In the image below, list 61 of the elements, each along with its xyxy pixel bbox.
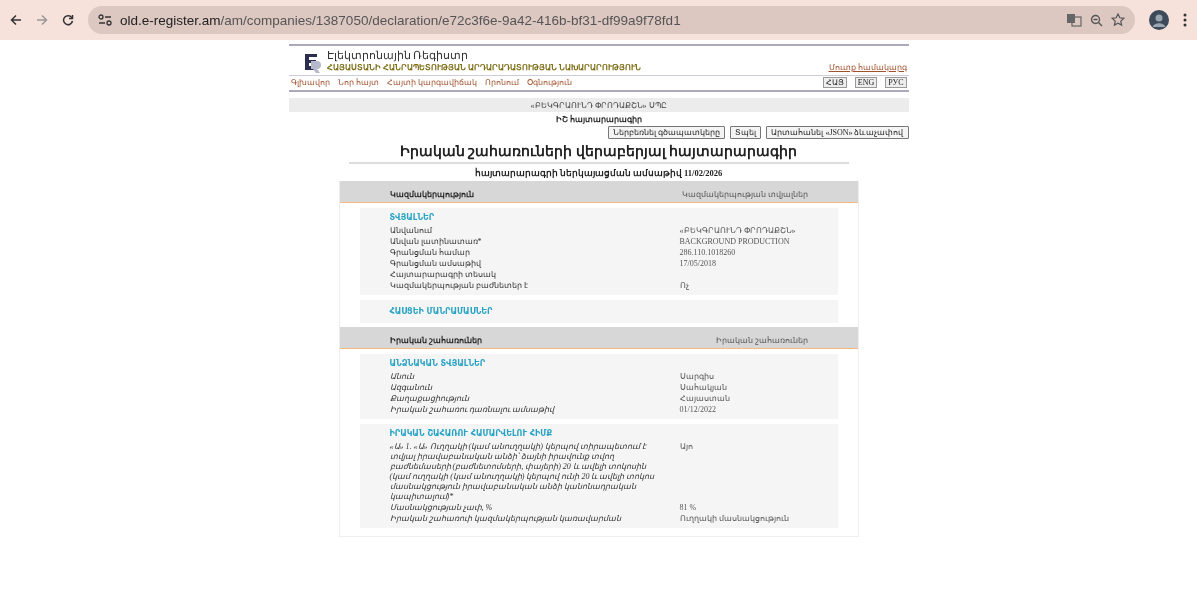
field-label: Անվան լատինատառ* bbox=[389, 237, 483, 247]
field-value: «ԲԵԿԳՐԱՈՒՆԴ ՓՐՈԴԱՔՇՆ» bbox=[679, 226, 797, 236]
submission-date: հայտարարագրի ներկայացման ամսաթիվ 11/02/2026 bbox=[473, 168, 724, 178]
field-value: Ուղղակի մասնակցություն bbox=[679, 514, 790, 524]
nav-link[interactable]: Նոր հայտ bbox=[337, 78, 379, 87]
zoom-icon[interactable] bbox=[1090, 13, 1103, 27]
logo-title: Էլեկտրոնային Ռեգիստր bbox=[326, 49, 470, 62]
nav-link[interactable]: Հայտի կարգավիճակ bbox=[386, 78, 477, 87]
login-link[interactable]: Մուտք համակարգ bbox=[828, 63, 907, 73]
field-label: Անվանում bbox=[389, 226, 433, 236]
field-value: 17/05/2018 bbox=[679, 259, 717, 269]
section-subtitle: Կազմակերպության տվյալներ bbox=[681, 190, 808, 199]
page-title: Իրական շահառուների վերաբերյալ հայտարարագիր bbox=[348, 143, 849, 164]
back-arrow-icon[interactable] bbox=[10, 14, 22, 26]
language-button[interactable]: РУС bbox=[885, 77, 907, 88]
field-label: Իրական շահառուի կազմակերպության կառավարման bbox=[389, 514, 623, 524]
field-label: Ազգանուն bbox=[389, 383, 434, 393]
company-name-bar: «ԲԵԿԳՐԱՈՒՆԴ ՓՐՈԴԱՔՇՆ» ՍՊԸ bbox=[288, 98, 909, 112]
group-heading: ԻՐԱԿԱՆ ՇԱՀԱՌՈՒ ՀԱՄԱՐՎԵԼՈՒ ՀԻՄՔ bbox=[389, 429, 554, 438]
star-icon[interactable] bbox=[1111, 13, 1125, 27]
translate-icon[interactable] bbox=[1066, 13, 1082, 27]
address-bar[interactable]: old.e-register.am/am/companies/1387050/declaration/e72c3f6e-9a42-416b-bf31-df99a9f78fd1 bbox=[88, 6, 1135, 34]
field-value: Այո bbox=[679, 442, 694, 453]
field-label: Անուն bbox=[389, 372, 416, 382]
section-title: Իրական շահառուներ bbox=[389, 336, 483, 345]
action-button[interactable]: Տպել bbox=[730, 126, 762, 139]
language-button[interactable]: ENG bbox=[854, 77, 878, 88]
action-button[interactable]: Ներբեռնել գծապատկերը bbox=[608, 126, 726, 139]
field-label: Քաղաքացիություն bbox=[389, 394, 471, 404]
section-title: Կազմակերպություն bbox=[389, 190, 475, 199]
group-heading: ՀԱՍՑԵԻ ՄԱՆՐԱՄԱՍՆԵՐ bbox=[389, 307, 494, 316]
nav-link[interactable]: Որոնում bbox=[484, 78, 519, 87]
profile-avatar-icon[interactable] bbox=[1149, 10, 1169, 30]
section-subtitle: Իրական շահառուներ bbox=[715, 336, 808, 345]
field-value: Սարգիս bbox=[679, 372, 715, 382]
field-label: Իրական շահառու դառնալու ամսաթիվ bbox=[389, 405, 556, 415]
menu-dots-icon[interactable] bbox=[1183, 13, 1187, 27]
field-value: BACKGROUND PRODUCTION bbox=[679, 237, 791, 247]
declaration-label: ԻՇ հայտարարագիր bbox=[554, 115, 643, 124]
field-value: 01/12/2022 bbox=[679, 405, 717, 415]
group-heading: ՏՎՅԱԼՆԵՐ bbox=[389, 213, 436, 222]
logo-subtitle: ՀԱՅԱՍՏԱՆԻ ՀԱՆՐԱՊԵՏՈՒԹՅԱՆ ԱՐԴԱՐԱԴԱՏՈՒԹՅԱՆ ՆԱԽԱՐԱՐՈՒԹՅՈՒՆ bbox=[326, 63, 642, 72]
field-label: Հայտարարագրի տեսակ bbox=[389, 270, 497, 280]
group-heading: ԱՆՁՆԱԿԱՆ ՏՎՅԱԼՆԵՐ bbox=[389, 359, 487, 368]
field-value: Ոչ bbox=[679, 281, 690, 291]
field-label: Գրանցման ամսաթիվ bbox=[389, 259, 482, 269]
field-value: Հայաստան bbox=[679, 394, 731, 404]
reload-icon[interactable] bbox=[62, 14, 74, 26]
nav-link[interactable]: Օգնություն bbox=[526, 78, 572, 87]
url-text: old.e-register.am/am/companies/1387050/declaration/e72c3f6e-9a42-416b-bf31-df99a9f78fd1 bbox=[120, 12, 681, 28]
field-value: 81 % bbox=[679, 503, 698, 513]
field-value: 286.110.1018260 bbox=[679, 248, 737, 258]
field-label: Գրանցման համար bbox=[389, 248, 471, 258]
field-label: Կազմակերպության բաժնետեր է bbox=[389, 281, 529, 291]
field-value: Սահակյան bbox=[679, 383, 728, 393]
action-button[interactable]: Արտահանել «JSON» ձևաչափով bbox=[766, 126, 909, 139]
site-settings-icon[interactable] bbox=[98, 14, 112, 26]
language-button[interactable]: ՀԱՅ bbox=[822, 77, 847, 88]
field-label: Մասնակցության չափ, % bbox=[389, 503, 494, 513]
field-label: «Ա» 1. «Ա» Ուղղակի (կամ անուղղակի) կերպով տիրապետում է տվյալ իրավաբանական անձի՝ ձայնի իրավունք տվող բաժնեմասերի (բաժնետոմսերի, փայերի) 20 և ավելի տոկոսին (կամ ուղղակի (կամ անուղղակի) կերպով ունի 20 և ավելի տոկոս մասնակցություն իրավաբանական անձի կանոնադրական կապիտալում)* bbox=[389, 442, 656, 502]
nav-link[interactable]: Գլխավոր bbox=[290, 78, 330, 87]
